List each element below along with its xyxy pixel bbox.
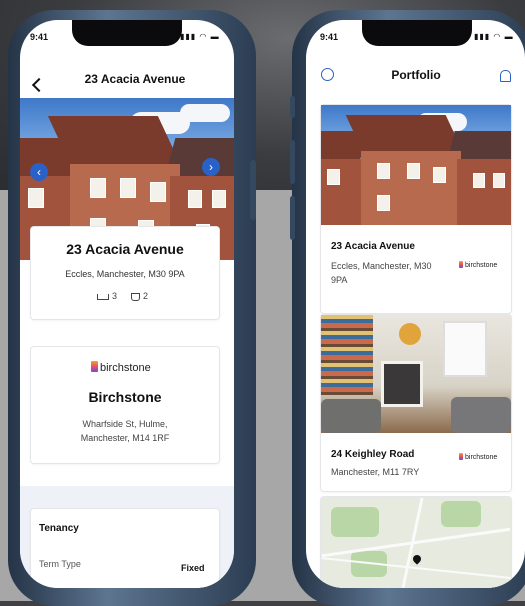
page-title: Portfolio	[391, 68, 441, 82]
portfolio-card[interactable]: 23 Acacia Avenue Eccles, Manchester, M30…	[320, 104, 512, 314]
status-time: 9:41	[320, 32, 339, 42]
notch	[72, 20, 182, 46]
tenancy-title: Tenancy	[39, 523, 79, 534]
map-card[interactable]	[320, 496, 512, 588]
page-title: 23 Acacia Avenue	[84, 72, 186, 86]
sofa	[321, 399, 381, 433]
side-button	[250, 160, 256, 220]
window	[407, 163, 420, 179]
side-button	[290, 140, 295, 184]
term-type-value: Fixed	[181, 563, 205, 573]
window	[473, 173, 485, 188]
notch	[362, 20, 472, 46]
park-area	[331, 507, 379, 537]
profile-icon[interactable]	[321, 68, 334, 81]
property-address: Manchester, M11 7RY	[331, 467, 420, 477]
bath-icon	[131, 292, 140, 301]
agent-address-line1: Wharfside St, Hulme,	[82, 419, 168, 429]
side-button	[290, 96, 295, 118]
bathroom-count: 2	[131, 291, 148, 301]
status-time: 9:41	[30, 32, 49, 42]
window	[188, 190, 202, 208]
right-phone-screen: 9:41 ▮▮▮ ◠ ▬ Portfolio 23 Acacia Avenue …	[306, 20, 525, 588]
term-type-label: Term Type	[39, 559, 81, 569]
bedroom-count: 3	[97, 291, 117, 301]
window	[377, 163, 390, 179]
chevron-right-icon[interactable]: ›	[202, 158, 220, 176]
brand-mark-icon	[459, 261, 463, 268]
roof	[345, 115, 465, 155]
property-name: 23 Acacia Avenue	[66, 241, 184, 257]
map-pin-icon[interactable]	[411, 553, 423, 565]
bed-icon	[97, 293, 109, 300]
fireplace	[381, 361, 423, 407]
sofa	[451, 397, 511, 433]
window	[493, 173, 505, 188]
bookshelf	[321, 315, 373, 395]
left-phone-screen: 9:41 ▮▮▮ ◠ ▬ 23 Acacia Avenue ‹ › 23 Aca…	[20, 20, 234, 588]
window	[90, 178, 106, 198]
back-arrow-icon[interactable]	[31, 77, 47, 93]
agent-logo: birchstone	[459, 453, 497, 461]
round-mirror	[399, 323, 421, 345]
property-address-line2: 9PA	[331, 275, 348, 285]
bell-icon[interactable]	[500, 70, 511, 82]
agent-address-line2: Manchester, M14 1RF	[80, 433, 170, 443]
property-name: 23 Acacia Avenue	[331, 241, 415, 252]
map[interactable]	[321, 497, 511, 588]
property-name: 24 Keighley Road	[331, 449, 415, 460]
property-photo	[321, 315, 511, 433]
agent-name: Birchstone	[88, 389, 162, 405]
house-wall	[457, 159, 511, 225]
property-card: 23 Acacia Avenue Eccles, Manchester, M30…	[30, 226, 220, 320]
brand-mark-icon	[459, 453, 463, 460]
property-address: Eccles, Manchester, M30 9PA	[65, 269, 185, 279]
window	[433, 167, 446, 183]
window	[120, 178, 136, 198]
window	[28, 188, 44, 208]
bedroom-value: 3	[112, 291, 118, 301]
brand-text: birchstone	[465, 262, 498, 269]
window	[377, 195, 390, 211]
park-area	[441, 501, 481, 527]
portfolio-card[interactable]: 24 Keighley Road Manchester, M11 7RY bir…	[320, 314, 512, 492]
window	[150, 182, 166, 202]
property-photo	[321, 105, 511, 225]
brand-text: birchstone	[100, 362, 151, 374]
window	[443, 321, 487, 377]
property-address-line1: Eccles, Manchester, M30	[331, 261, 432, 271]
brand-text: birchstone	[465, 454, 498, 461]
agent-logo: birchstone	[91, 361, 151, 374]
side-button	[290, 196, 295, 240]
window	[327, 169, 340, 185]
agent-card[interactable]: birchstone Birchstone Wharfside St, Hulm…	[30, 346, 220, 464]
chevron-left-icon[interactable]: ‹	[30, 163, 48, 181]
brand-mark-icon	[91, 361, 98, 372]
status-icons: ▮▮▮ ◠ ▬	[474, 32, 514, 41]
bathroom-value: 2	[143, 291, 149, 301]
window	[212, 190, 226, 208]
status-icons: ▮▮▮ ◠ ▬	[180, 32, 220, 41]
agent-logo: birchstone	[459, 261, 497, 269]
tenancy-card: Tenancy Term Type Fixed	[30, 508, 220, 588]
cloud	[180, 104, 230, 122]
